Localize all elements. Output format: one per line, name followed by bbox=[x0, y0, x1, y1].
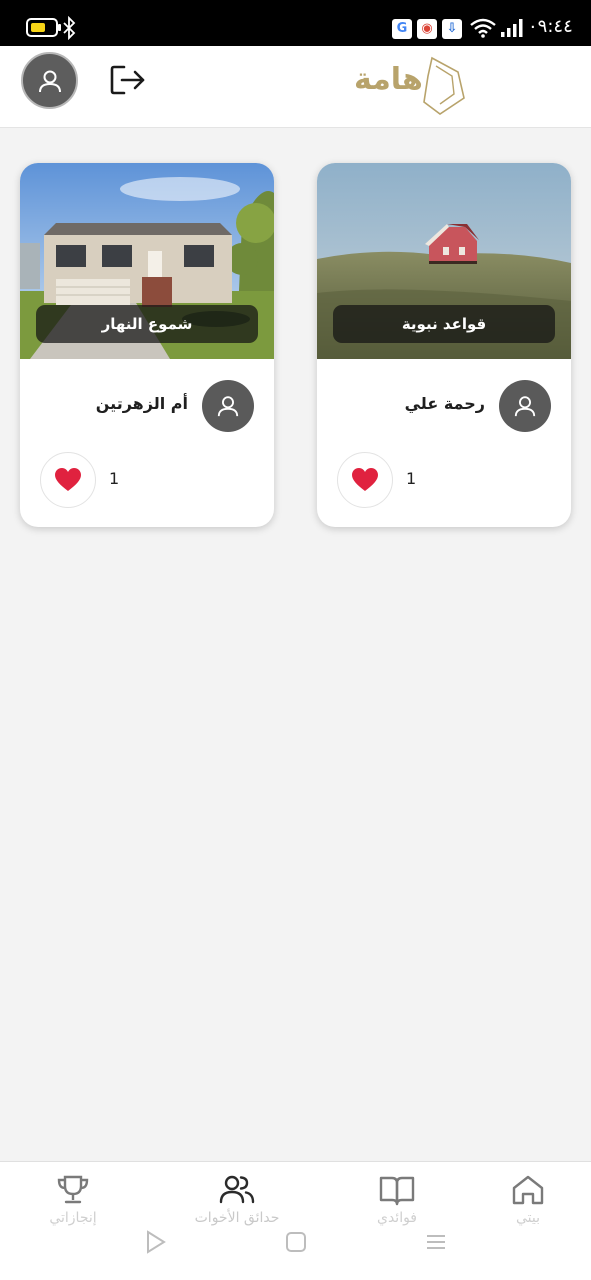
system-menu-icon[interactable] bbox=[425, 1230, 447, 1254]
logo-text: هامة bbox=[354, 62, 424, 97]
status-time: ٠٩:٤٤ bbox=[528, 16, 573, 37]
download-icon: ⇩ bbox=[442, 19, 462, 39]
system-home-icon[interactable] bbox=[285, 1230, 307, 1254]
users-icon bbox=[219, 1175, 255, 1204]
card-title: شموع النهار bbox=[36, 305, 258, 343]
google-icon: G bbox=[392, 19, 412, 39]
author-avatar bbox=[202, 380, 254, 432]
notification-icons: G ◉ ⇩ bbox=[392, 19, 462, 39]
user-icon bbox=[217, 396, 239, 417]
author-name: أم الزهرتين bbox=[95, 394, 188, 413]
status-bar: G ◉ ⇩ ٠٩:٤٤ bbox=[0, 0, 591, 46]
wifi-icon bbox=[470, 18, 496, 38]
app-logo: هامة bbox=[354, 54, 469, 116]
app-header: هامة bbox=[0, 46, 591, 128]
author-avatar bbox=[499, 380, 551, 432]
post-card[interactable]: شموع النهار أم الزهرتين 1 bbox=[20, 163, 274, 527]
like-count: 1 bbox=[406, 469, 417, 488]
system-back-icon[interactable] bbox=[145, 1230, 167, 1254]
author-name: رحمة علي bbox=[404, 394, 485, 413]
nav-label-achievements: إنجازاتي bbox=[49, 1210, 97, 1226]
chrome-icon: ◉ bbox=[417, 19, 437, 39]
post-card[interactable]: قواعد نبوية رحمة علي 1 bbox=[317, 163, 571, 527]
heart-icon bbox=[352, 468, 378, 491]
bottom-nav: بيتي فوائدي حدائق الأخوات إنجازاتي bbox=[0, 1161, 591, 1280]
book-icon bbox=[379, 1176, 415, 1206]
signal-icon bbox=[501, 19, 523, 37]
profile-avatar-button[interactable] bbox=[21, 52, 78, 109]
like-button[interactable] bbox=[40, 452, 96, 508]
like-count: 1 bbox=[109, 469, 120, 488]
user-icon bbox=[514, 396, 536, 417]
logout-icon[interactable] bbox=[110, 64, 146, 96]
nav-item-home[interactable]: بيتي bbox=[463, 1174, 591, 1244]
user-icon bbox=[38, 70, 61, 92]
nav-label-benefits: فوائدي bbox=[376, 1210, 418, 1226]
posts-grid: قواعد نبوية رحمة علي 1 شموع النهار أم ال… bbox=[0, 129, 591, 1161]
card-title: قواعد نبوية bbox=[333, 305, 555, 343]
nav-item-sisters-gardens[interactable]: حدائق الأخوات bbox=[172, 1174, 302, 1244]
card-image-red-cabin: قواعد نبوية bbox=[317, 163, 571, 359]
battery-icon bbox=[26, 18, 61, 37]
heart-icon bbox=[55, 468, 81, 491]
home-icon bbox=[512, 1175, 544, 1205]
trophy-icon bbox=[57, 1175, 89, 1204]
card-image-suburban-house: شموع النهار bbox=[20, 163, 274, 359]
like-button[interactable] bbox=[337, 452, 393, 508]
nav-item-achievements[interactable]: إنجازاتي bbox=[8, 1174, 138, 1244]
bluetooth-icon bbox=[63, 16, 76, 40]
nav-label-sisters-gardens: حدائق الأخوات bbox=[194, 1210, 280, 1226]
nav-label-home: بيتي bbox=[515, 1210, 540, 1226]
